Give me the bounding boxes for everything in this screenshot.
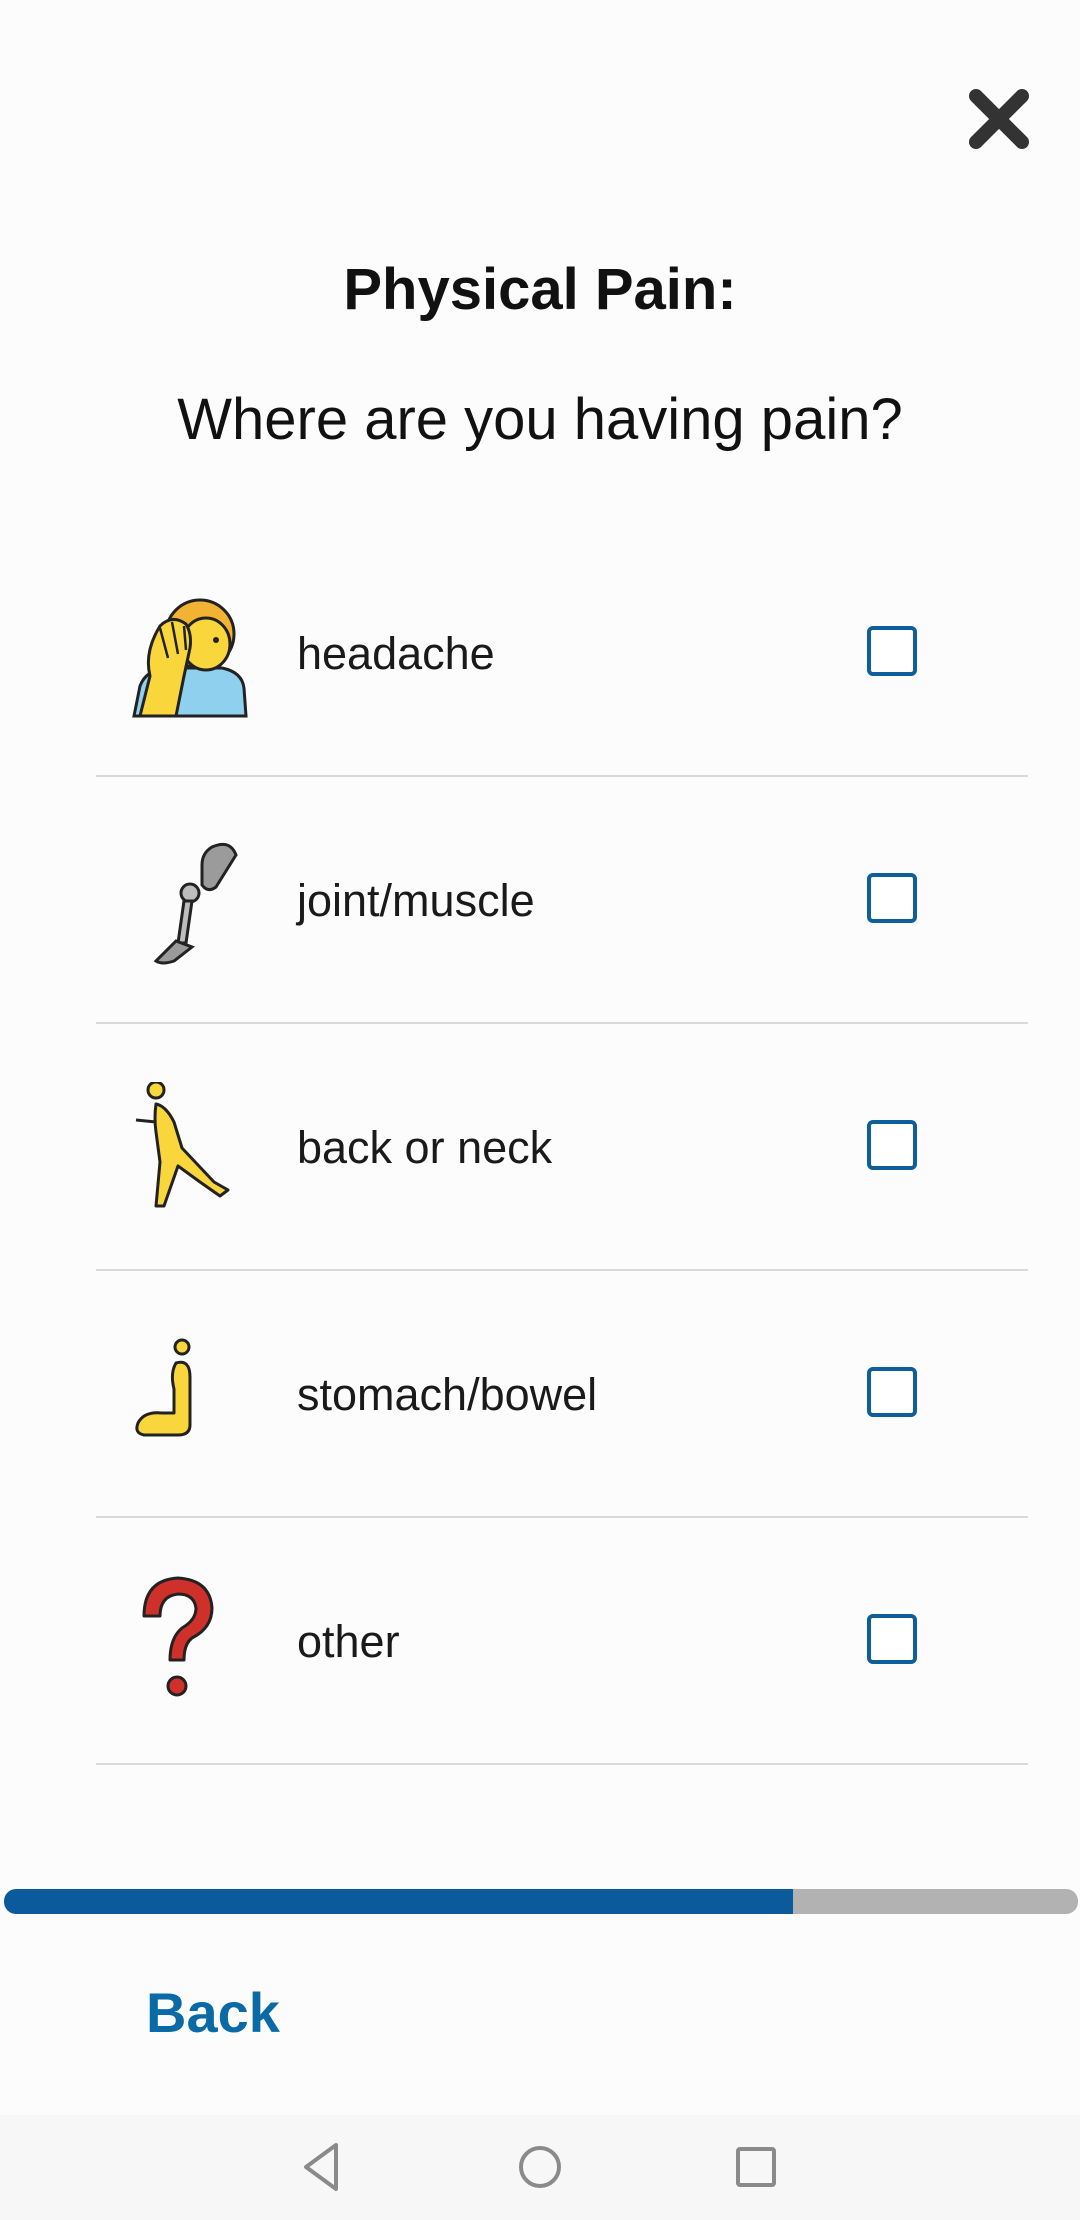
checkbox[interactable] bbox=[867, 626, 917, 676]
option-label: back or neck bbox=[297, 1122, 553, 1173]
option-joint-muscle[interactable]: joint/muscle bbox=[96, 777, 1028, 1024]
option-headache[interactable]: headache bbox=[96, 530, 1028, 777]
option-other[interactable]: other bbox=[96, 1518, 1028, 1765]
question-text: Where are you having pain? bbox=[177, 387, 903, 452]
option-label: joint/muscle bbox=[297, 875, 535, 926]
checkbox[interactable] bbox=[867, 873, 917, 923]
nav-home-circle-icon bbox=[519, 2146, 561, 2188]
option-label: other bbox=[297, 1616, 400, 1667]
nav-recents-square-icon bbox=[736, 2147, 776, 2187]
option-label: stomach/bowel bbox=[297, 1369, 598, 1420]
system-navigation-bar bbox=[0, 2115, 1080, 2220]
question-mark-icon bbox=[126, 1576, 256, 1706]
options-list: headache joint/muscle back or neck stoma… bbox=[96, 530, 1028, 1765]
face-palm-person-icon bbox=[126, 588, 256, 718]
checkbox[interactable] bbox=[867, 1614, 917, 1664]
nav-back-button[interactable] bbox=[292, 2135, 356, 2199]
nav-home-button[interactable] bbox=[508, 2135, 572, 2199]
option-label: headache bbox=[297, 628, 495, 679]
person-bending-icon bbox=[126, 1082, 256, 1212]
close-button[interactable] bbox=[966, 86, 1032, 152]
progress-bar bbox=[4, 1889, 1078, 1914]
page-title: Physical Pain: bbox=[343, 257, 737, 322]
back-button[interactable]: Back bbox=[146, 1978, 280, 2048]
option-stomach-bowel[interactable]: stomach/bowel bbox=[96, 1271, 1028, 1518]
checkbox[interactable] bbox=[867, 1367, 917, 1417]
nav-recents-button[interactable] bbox=[724, 2135, 788, 2199]
checkbox[interactable] bbox=[867, 1120, 917, 1170]
close-x-icon bbox=[969, 89, 1029, 149]
nav-back-triangle-icon bbox=[304, 2143, 338, 2191]
prosthetic-leg-icon bbox=[126, 835, 256, 965]
option-back-or-neck[interactable]: back or neck bbox=[96, 1024, 1028, 1271]
person-sitting-icon bbox=[126, 1329, 256, 1459]
progress-fill bbox=[4, 1889, 794, 1914]
